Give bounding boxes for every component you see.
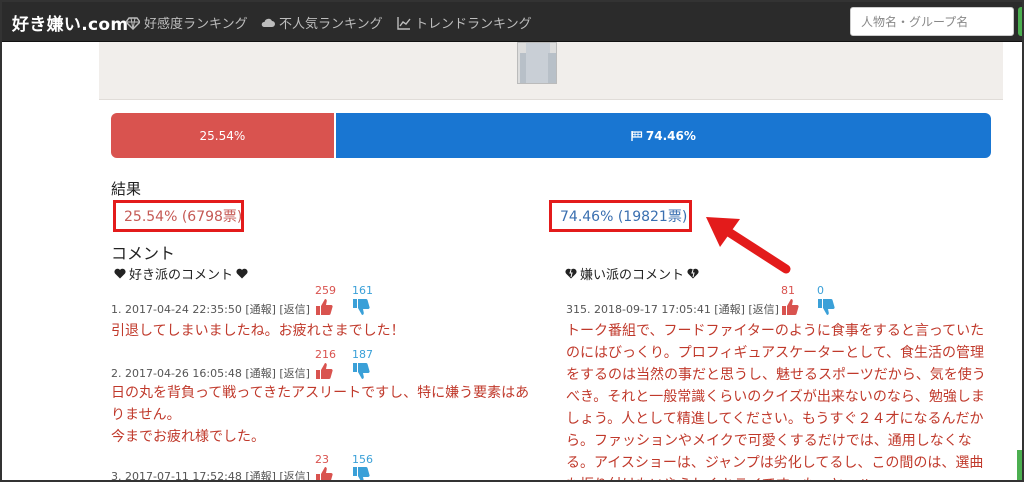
photo-figure	[548, 53, 556, 83]
like-result-text: 25.54% (6798票)	[124, 209, 243, 225]
annotation-arrow-icon	[706, 217, 791, 274]
profile-photo	[517, 42, 557, 84]
like-comments-heading: 好き派のコメント	[111, 264, 251, 283]
nav-item-label: 不人気ランキング	[279, 17, 383, 32]
upvote-count: 259	[315, 284, 336, 297]
nav-trend-ranking[interactable]: トレンドランキング	[397, 13, 532, 32]
vote-progress-bar: 25.54% 74.46%	[111, 113, 991, 158]
comment-text: トーク番組で、フードファイターのように食事をすると言っていたのにはびっくり。プロ…	[566, 323, 986, 480]
downvote-count: 187	[352, 348, 373, 361]
cloud-icon	[261, 18, 275, 27]
nav-item-label: トレンドランキング	[415, 17, 532, 32]
photo-figure	[526, 43, 550, 83]
dislike-bar: 74.46%	[335, 113, 991, 158]
dislike-comments-heading: 嫌い派のコメント	[562, 264, 702, 283]
thumbs-down-icon[interactable]	[352, 362, 370, 380]
comment-text: 日の丸を背負って戦ってきたアスリートですし、特に嫌う要素はありません。 今までお…	[111, 385, 530, 445]
broken-heart-icon	[687, 268, 699, 279]
line-chart-icon	[397, 16, 411, 30]
thumbs-down-icon[interactable]	[352, 298, 370, 316]
comment-meta: 2. 2017-04-26 16:05:48 [通報] [返信]	[111, 367, 310, 380]
comment-meta: 315. 2018-09-17 17:05:41 [通報] [返信]	[566, 303, 779, 316]
upvote-count: 81	[781, 284, 795, 297]
page-edge	[1017, 42, 1022, 480]
thumbs-up-icon[interactable]	[315, 362, 333, 380]
thumbs-up-icon[interactable]	[315, 466, 333, 482]
dislike-result-text: 74.46% (19821票)	[560, 209, 688, 225]
comments-heading: コメント	[111, 244, 176, 263]
dislike-comments-title: 嫌い派のコメント	[580, 268, 685, 283]
like-comments-title: 好き派のコメント	[129, 268, 234, 283]
page-frame: 好き嫌い.com 好感度ランキング 不人気ランキング トレンドランキング 25.…	[0, 0, 1024, 482]
like-bar: 25.54%	[111, 113, 336, 158]
downvote-count: 0	[817, 284, 824, 297]
downvote-count: 161	[352, 284, 373, 297]
heart-icon	[236, 268, 248, 279]
comment-meta: 3. 2017-07-11 17:52:48 [通報] [返信]	[111, 470, 310, 482]
nav-item-label: 好感度ランキング	[144, 17, 248, 32]
comment-text: 引退してしまいましたね。お疲れさまでした！	[111, 323, 405, 339]
like-bar-label: 25.54%	[199, 128, 246, 143]
diamond-icon	[126, 16, 140, 30]
search-button[interactable]	[1018, 7, 1022, 36]
nav-favorability-ranking[interactable]: 好感度ランキング	[126, 13, 248, 32]
navbar: 好き嫌い.com 好感度ランキング 不人気ランキング トレンドランキング	[2, 2, 1022, 42]
broken-heart-icon	[565, 268, 577, 279]
downvote-count: 156	[352, 453, 373, 466]
upvote-count: 23	[315, 453, 329, 466]
heart-icon	[114, 268, 126, 279]
thumbs-up-icon[interactable]	[781, 298, 799, 316]
nav-unpopular-ranking[interactable]: 不人気ランキング	[261, 13, 383, 32]
upvote-count: 216	[315, 348, 336, 361]
flag-icon	[631, 130, 642, 141]
brand-logo[interactable]: 好き嫌い.com	[12, 10, 128, 35]
thumbs-up-icon[interactable]	[315, 298, 333, 316]
thumbs-down-icon[interactable]	[817, 298, 835, 316]
search-input[interactable]	[850, 7, 1014, 36]
dislike-bar-label: 74.46%	[645, 128, 696, 143]
thumbs-down-icon[interactable]	[352, 466, 370, 482]
like-result: 25.54% (6798票)	[113, 200, 244, 232]
result-heading: 結果	[111, 180, 142, 198]
dislike-result: 74.46% (19821票)	[549, 200, 692, 232]
comment-meta: 1. 2017-04-24 22:35:50 [通報] [返信]	[111, 303, 310, 316]
side-button[interactable]	[1017, 450, 1022, 480]
